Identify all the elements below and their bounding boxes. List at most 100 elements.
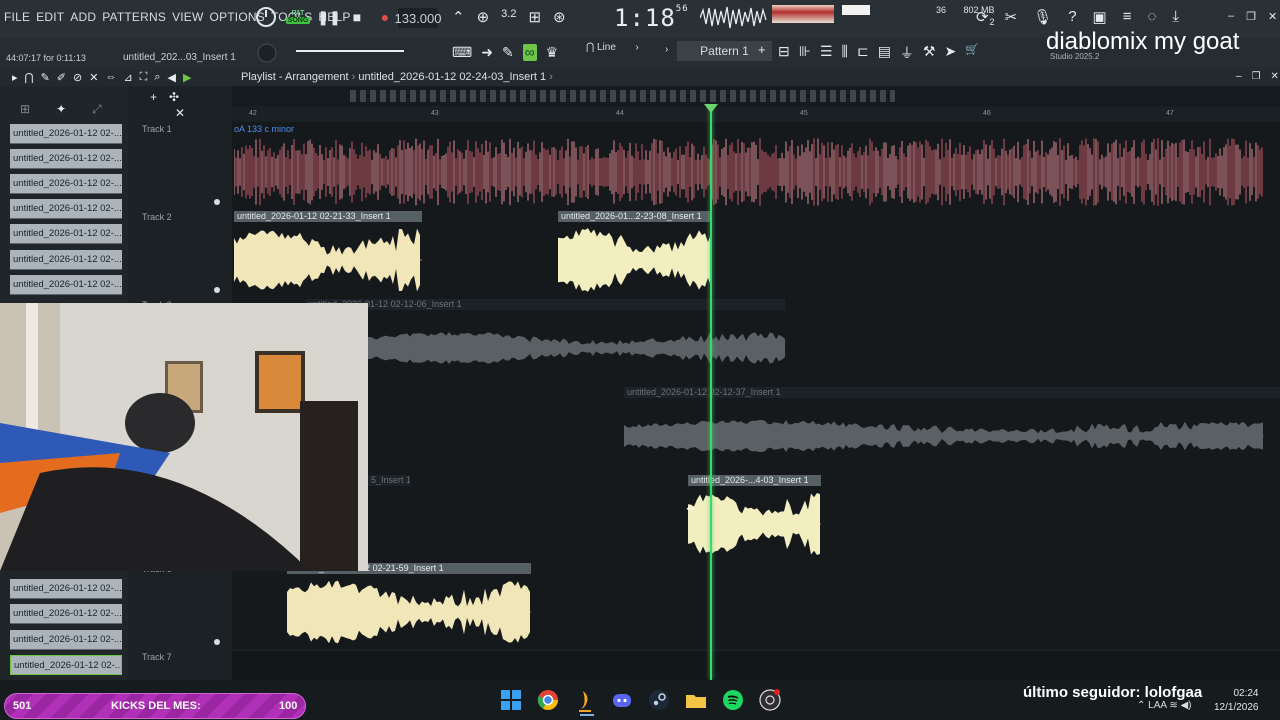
tempo-display[interactable]: 133.000 — [395, 8, 442, 28]
picker-item[interactable]: untitled_2026-01-12 02-... — [10, 275, 122, 295]
chrome-icon[interactable] — [536, 688, 560, 712]
tools-icon[interactable]: ⚒ — [923, 43, 936, 63]
add-pattern-icon[interactable]: + — [758, 42, 766, 57]
clock-date[interactable]: 02:24 12/1/2026 — [1214, 687, 1259, 715]
timeline-ruler[interactable] — [232, 106, 1280, 122]
piano-roll-icon[interactable]: ⌨ — [452, 44, 472, 61]
playlist-arrow-icon[interactable]: ▶ — [183, 71, 191, 84]
add-track-icon[interactable]: + — [150, 90, 157, 104]
language-indicator[interactable]: LAA — [1148, 700, 1166, 711]
mute-tool-icon[interactable]: ✕ — [89, 71, 98, 84]
fl-studio-icon[interactable] — [573, 688, 597, 712]
play-arrow-icon[interactable]: ▸ — [12, 71, 18, 84]
picker-item[interactable]: untitled_2026-01-12 02-... — [10, 174, 122, 194]
wifi-icon[interactable]: ≋ — [1169, 700, 1177, 711]
link-icon[interactable]: ∞ — [522, 44, 537, 61]
snap-mode-select[interactable]: ⋂ Line › — [586, 42, 639, 53]
menu-add[interactable]: ADD — [70, 10, 96, 24]
overview-strip[interactable] — [350, 90, 895, 102]
track-mute-dot[interactable] — [214, 199, 220, 205]
picker-item[interactable]: untitled_2026-01-12 02-... — [10, 604, 122, 624]
file-icon[interactable]: ▤ — [878, 43, 891, 63]
mixer-view-icon[interactable]: ⊪ — [799, 43, 811, 63]
picker-audio-icon[interactable]: ✦ — [56, 102, 66, 117]
picker-item[interactable]: untitled_2026-01-12 02-... — [10, 630, 122, 650]
track-label[interactable]: Track 7 — [142, 652, 172, 662]
clip-header[interactable]: untitled_2026-01-12 02-21-33_Insert 1 — [234, 211, 422, 222]
draw-tool-icon[interactable]: ✎ — [41, 71, 50, 84]
clip-header[interactable]: untitled_2026-01-12 02-12-37_Insert 1 — [624, 387, 1280, 398]
mixer-icon[interactable]: ≡ — [1123, 8, 1132, 26]
picker-item[interactable]: untitled_2026-01-12 02-... — [10, 224, 122, 244]
browser-icon[interactable]: ⊏ — [857, 43, 869, 63]
playlist-minimize-icon[interactable]: – — [1236, 71, 1242, 82]
discord-icon[interactable] — [610, 688, 634, 712]
loop-record-icon[interactable]: ⊛ — [553, 8, 566, 26]
slice-tool-icon[interactable]: ⊿ — [123, 71, 132, 84]
spotify-icon[interactable] — [721, 688, 745, 712]
arrow-right-icon[interactable]: ➜ — [481, 44, 493, 61]
key-marker[interactable]: oA 133 c minor — [234, 124, 294, 134]
slip-tool-icon[interactable]: ⇔ — [105, 71, 116, 84]
clip-header[interactable]: untitled_2026-01-12 02-12-06_Insert 1 — [305, 299, 785, 310]
move-icon[interactable]: ✣ — [169, 90, 179, 104]
master-knob-icon[interactable] — [255, 6, 277, 28]
minimize-icon[interactable]: – — [1228, 10, 1234, 23]
clip-waveform[interactable] — [287, 574, 531, 650]
picker-item[interactable]: untitled_2026-01-12 02-... — [10, 250, 122, 270]
menu-file[interactable]: FILE — [4, 10, 30, 24]
metronome-icon[interactable]: ⌃ — [452, 8, 465, 26]
picker-item[interactable]: untitled_2026-01-12 02-... — [10, 199, 122, 219]
record-button[interactable]: ● — [375, 7, 395, 27]
picker-item[interactable]: untitled_2026-01-12 02-... — [10, 655, 122, 675]
clip-waveform[interactable] — [368, 310, 785, 386]
clip-waveform[interactable] — [234, 222, 422, 298]
step-edit-icon[interactable]: ⊞ — [528, 8, 541, 26]
song-position-clock[interactable]: 1:1856 — [614, 4, 689, 32]
steam-icon[interactable] — [647, 688, 671, 712]
obs-icon[interactable] — [758, 688, 782, 712]
menu-edit[interactable]: EDIT — [36, 10, 64, 24]
pause-button[interactable]: ❚❚ — [317, 7, 340, 27]
clip-waveform[interactable] — [234, 136, 1264, 208]
picker-item[interactable]: untitled_2026-01-12 02-... — [10, 149, 122, 169]
stamp-icon[interactable]: ♛ — [546, 44, 559, 61]
channel-rack-icon[interactable]: ⊟ — [778, 43, 790, 63]
main-volume-knob-icon[interactable] — [256, 42, 278, 64]
playlist-maximize-icon[interactable]: ❐ — [1252, 71, 1261, 82]
playlist-view-icon[interactable]: ☰ — [820, 43, 833, 63]
clip-waveform[interactable] — [558, 222, 711, 298]
clip-header[interactable]: untitled_2026-01...2-23-08_Insert 1 — [558, 211, 711, 222]
plugin-icon[interactable]: ⏚ — [900, 43, 914, 63]
chevron-up-icon[interactable]: ⌃ — [1137, 700, 1145, 711]
pencil-icon[interactable]: ✎ — [502, 44, 514, 61]
wait-input-icon[interactable]: ⊕ — [477, 8, 490, 26]
delete-tool-icon[interactable]: ⊘ — [73, 71, 82, 84]
pat-song-toggle[interactable]: PAT SONG — [285, 6, 311, 28]
clip-header[interactable]: untitled_2026-...4-03_Insert 1 — [688, 475, 821, 486]
microphone-icon[interactable]: 🎙 — [1033, 8, 1052, 26]
windows-start-icon[interactable] — [499, 688, 523, 712]
track-mute-dot[interactable] — [214, 639, 220, 645]
scissors-icon[interactable]: ✂ — [1005, 8, 1018, 26]
menu-view[interactable]: VIEW — [172, 10, 203, 24]
picker-item[interactable]: untitled_2026-01-12 02-... — [10, 579, 122, 599]
refresh-icon[interactable]: ⟳ — [976, 8, 989, 26]
master-pitch-slider[interactable] — [296, 50, 404, 52]
help-icon[interactable]: ? — [1068, 8, 1076, 26]
playhead-marker-icon[interactable] — [704, 104, 718, 113]
restore-icon[interactable]: ❐ — [1246, 10, 1256, 23]
playlist-close-icon[interactable]: ✕ — [1271, 71, 1279, 82]
pattern-prev-icon[interactable]: › — [665, 44, 668, 55]
save-icon[interactable]: ▣ — [1093, 8, 1107, 26]
magnet-tool-icon[interactable]: ⋂ — [25, 71, 34, 84]
clip-waveform[interactable] — [688, 486, 821, 562]
arrangement-name[interactable]: untitled_2026-01-12 02-24-03_Insert 1 — [358, 71, 546, 83]
select-tool-icon[interactable]: ⛶ — [140, 71, 148, 84]
picker-automation-icon[interactable]: ⤢ — [92, 102, 102, 117]
playhead[interactable] — [710, 106, 712, 680]
countdown-icon[interactable]: 3.2 — [501, 8, 516, 26]
clip-header[interactable]: 5_Insert 1 — [368, 475, 410, 486]
download-icon[interactable]: ⤓ — [1172, 8, 1179, 26]
playback-tool-icon[interactable]: ◀ — [168, 71, 176, 84]
